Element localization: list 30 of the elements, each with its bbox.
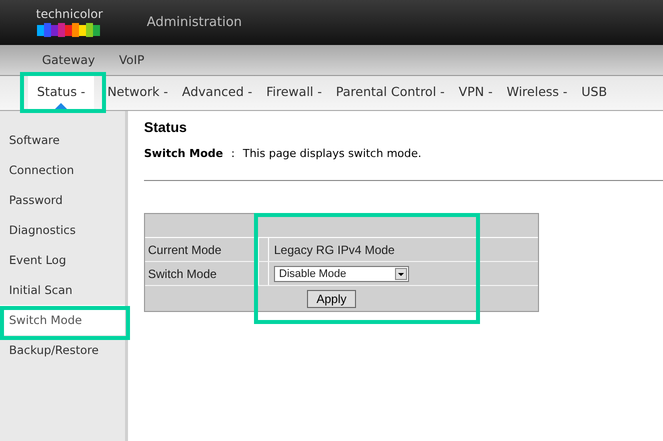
menu-item[interactable]: Status - — [28, 76, 94, 110]
sidebar-item[interactable]: Event Log — [0, 245, 125, 275]
logo-icon — [36, 22, 102, 38]
menu-item[interactable]: Advanced - — [175, 76, 260, 110]
page-description: This page displays switch mode. — [242, 147, 422, 160]
menu-item[interactable]: Parental Control - — [328, 76, 452, 110]
top-tab[interactable]: VoIP — [119, 53, 144, 67]
header-title: Administration — [146, 15, 242, 30]
field-value: Legacy RG IPv4 Mode — [273, 242, 395, 258]
sidebar-item[interactable]: Password — [0, 185, 125, 215]
top-tab[interactable]: Gateway — [42, 53, 96, 67]
sidebar-item[interactable]: Connection — [0, 155, 125, 185]
menu-item[interactable]: Firewall - — [259, 76, 329, 110]
brand-name: technicolor — [36, 8, 103, 20]
sidebar-item[interactable]: Initial Scan — [0, 275, 125, 305]
page-title: Status — [144, 119, 188, 135]
apply-button[interactable]: Apply — [307, 290, 356, 308]
section-label: Switch Mode — [144, 147, 224, 160]
field-label: Current Mode — [145, 238, 259, 261]
mode-dropdown[interactable]: Disable Mode — [274, 266, 409, 282]
field-label: Switch Mode — [145, 262, 259, 285]
menu-item[interactable]: Network - — [100, 76, 176, 110]
menu-item[interactable]: Wireless - — [500, 76, 574, 110]
pointer-icon — [55, 103, 68, 109]
separator-colon: : — [231, 147, 235, 160]
sidebar-item[interactable]: Software — [0, 125, 125, 155]
sidebar-item[interactable]: Backup/Restore — [0, 335, 125, 365]
sidebar-item[interactable]: Diagnostics — [0, 215, 125, 245]
menu-item[interactable]: USB — [574, 76, 614, 110]
menu-item[interactable]: VPN - — [452, 76, 500, 110]
